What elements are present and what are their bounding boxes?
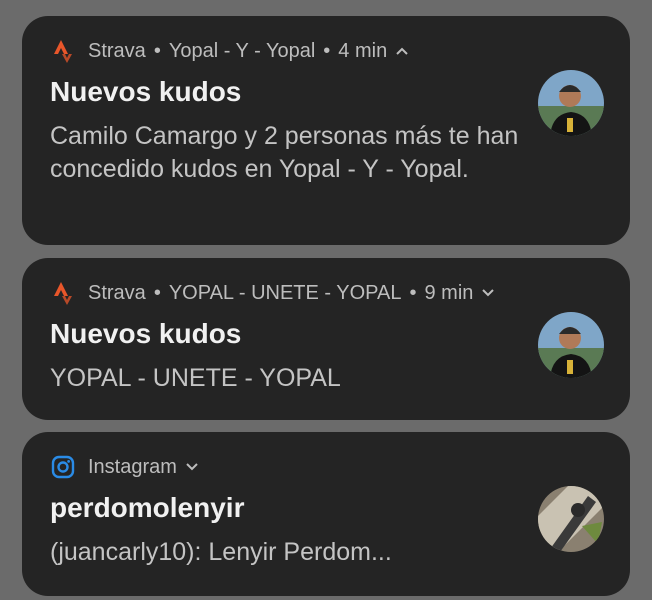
notification-header: Strava • Yopal - Y - Yopal • 4 min (50, 38, 409, 64)
notification-time: 9 min (424, 281, 474, 304)
notification-title: Nuevos kudos (50, 318, 242, 349)
chevron-down-icon[interactable] (185, 460, 199, 474)
app-name: Instagram (88, 455, 177, 478)
notification-body: Camilo Camargo y 2 personas más te han c… (50, 122, 519, 183)
chevron-down-icon[interactable] (481, 286, 495, 300)
app-name: Strava (88, 281, 146, 304)
post-thumbnail (538, 486, 604, 552)
separator: • (153, 39, 161, 62)
separator: • (409, 281, 417, 304)
strava-icon (50, 280, 76, 306)
notification-time: 4 min (338, 39, 388, 62)
chevron-up-icon[interactable] (395, 44, 409, 58)
notification-header: Strava • YOPAL - UNETE - YOPAL • 9 min (50, 280, 495, 306)
notification-instagram[interactable]: Instagram perdomolenyir (juancarly10): L… (22, 432, 630, 596)
notification-title: perdomolenyir (50, 492, 245, 523)
avatar (538, 312, 604, 378)
avatar (538, 70, 604, 136)
notification-body: (juancarly10): Lenyir Perdom... (50, 538, 392, 566)
notification-strava-2[interactable]: Strava • YOPAL - UNETE - YOPAL • 9 min N… (22, 258, 630, 420)
notification-title: Nuevos kudos (50, 76, 242, 107)
notification-strava-1[interactable]: Strava • Yopal - Y - Yopal • 4 min Nuevo… (22, 16, 630, 245)
notification-subtext: Yopal - Y - Yopal (168, 39, 316, 62)
app-name: Strava (88, 39, 146, 62)
separator: • (323, 39, 331, 62)
notification-subtext: YOPAL - UNETE - YOPAL (168, 281, 402, 304)
notification-header: Instagram (50, 454, 199, 480)
strava-icon (50, 38, 76, 64)
notification-body: YOPAL - UNETE - YOPAL (50, 364, 341, 392)
instagram-icon (50, 454, 76, 480)
separator: • (153, 281, 161, 304)
